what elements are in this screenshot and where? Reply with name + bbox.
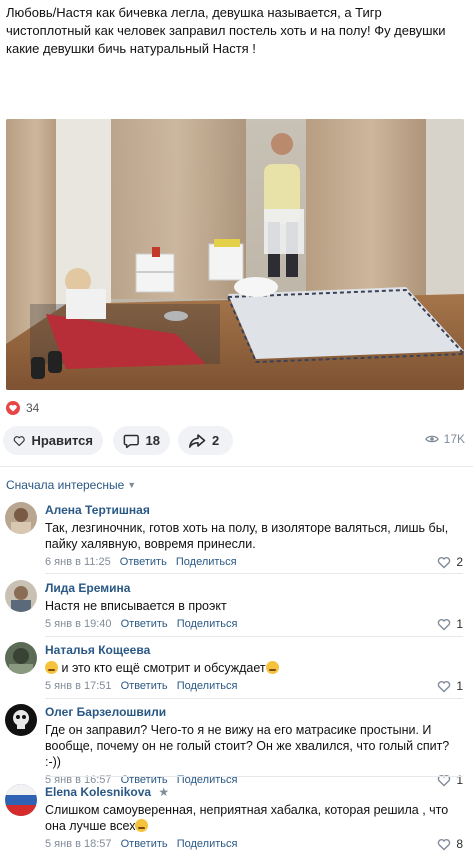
comment-meta: 5 янв в 17:51 Ответить Поделиться 1	[45, 679, 463, 694]
comments-count: 18	[145, 433, 160, 448]
verified-icon: ★	[158, 785, 170, 799]
divider	[0, 466, 473, 467]
share-link[interactable]: Поделиться	[177, 618, 238, 630]
comment-like-count: 1	[456, 617, 463, 631]
comment-text-row: и это кто ещё смотрит и обсуждает	[45, 660, 463, 676]
comment-meta: 6 янв в 11:25 Ответить Поделиться 2	[45, 555, 463, 570]
reply-link[interactable]: Ответить	[121, 838, 168, 850]
avatar[interactable]	[5, 502, 37, 534]
comment-text-row: Слишком самоуверенная, неприятная хабалк…	[45, 802, 463, 834]
comment-author-row: Elena Kolesnikova ★	[45, 784, 463, 800]
skull-avatar-image	[5, 704, 37, 736]
avatar[interactable]	[5, 704, 37, 736]
shares-count: 2	[212, 433, 220, 448]
avatar-image	[5, 502, 37, 534]
avatar-image	[5, 580, 37, 612]
comments-sort-label: Сначала интересные	[6, 478, 125, 492]
divider	[45, 573, 463, 574]
eye-icon	[424, 435, 439, 443]
comments-button[interactable]: 18	[113, 426, 170, 455]
comment-icon	[123, 434, 139, 448]
heart-outline-icon	[438, 556, 451, 569]
comment-date[interactable]: 5 янв в 18:57	[45, 838, 112, 850]
crown-emoji-icon	[135, 819, 149, 832]
comment-like-button[interactable]: 2	[437, 555, 463, 569]
post-photo[interactable]	[6, 119, 464, 390]
comment-like-button[interactable]: 1	[437, 679, 463, 693]
comment-meta: 5 янв в 19:40 Ответить Поделиться 1	[45, 617, 463, 632]
comment-text: и это кто ещё смотрит и обсуждает	[61, 661, 266, 675]
comment-text: Где он заправил? Чего-то я не вижу на ег…	[45, 723, 450, 769]
comment-date[interactable]: 5 янв в 17:51	[45, 680, 112, 692]
post-actions: Нравится 18 2 17K	[3, 426, 469, 456]
divider	[45, 698, 463, 699]
divider	[45, 776, 463, 777]
post-text: Любовь/Настя как бичевка легла, девушка …	[6, 5, 446, 56]
laughing-emoji-icon	[265, 661, 279, 674]
comment-text: Настя не вписывается в проэкт	[45, 599, 227, 613]
comment-like-count: 2	[456, 555, 463, 569]
chevron-down-icon: ▼	[127, 480, 137, 490]
comment-date[interactable]: 6 янв в 11:25	[45, 556, 111, 568]
avatar[interactable]	[5, 642, 37, 674]
comment-text: Слишком самоуверенная, неприятная хабалк…	[45, 803, 449, 833]
comment-author[interactable]: Лида Еремина	[45, 580, 463, 596]
heart-outline-icon	[438, 680, 451, 693]
comment-author[interactable]: Олег Барзелошвили	[45, 704, 463, 720]
share-link[interactable]: Поделиться	[177, 680, 238, 692]
comment-meta: 5 янв в 18:57 Ответить Поделиться 8	[45, 837, 463, 852]
like-button[interactable]: Нравится	[3, 426, 103, 455]
comment-like-count: 1	[456, 679, 463, 693]
divider	[45, 636, 463, 637]
comment-author[interactable]: Elena Kolesnikova	[45, 785, 151, 799]
views-count: 17K	[443, 432, 465, 446]
comment-text: Так, лезгиночник, готов хоть на полу, в …	[45, 521, 449, 551]
comment-like-count: 8	[456, 837, 463, 851]
heart-icon	[6, 401, 20, 415]
reply-link[interactable]: Ответить	[121, 618, 168, 630]
comments-sort-dropdown[interactable]: Сначала интересные ▼	[6, 478, 136, 492]
laughing-emoji-icon	[45, 661, 58, 674]
photo-scene	[6, 119, 464, 390]
views-counter: 17K	[424, 432, 465, 446]
reply-link[interactable]: Ответить	[121, 680, 168, 692]
share-icon	[189, 433, 206, 448]
avatar-image	[5, 642, 37, 674]
comment-author[interactable]: Алена Тертишная	[45, 502, 463, 518]
comment-like-button[interactable]: 8	[437, 837, 463, 851]
reply-link[interactable]: Ответить	[120, 556, 167, 568]
flag-avatar-image	[5, 784, 37, 816]
heart-outline-icon	[438, 618, 451, 631]
share-link[interactable]: Поделиться	[177, 838, 238, 850]
avatar[interactable]	[5, 784, 37, 816]
reactions-count: 34	[26, 401, 40, 415]
avatar[interactable]	[5, 580, 37, 612]
share-button[interactable]: 2	[178, 426, 233, 455]
heart-outline-icon	[438, 838, 451, 851]
comment-date[interactable]: 5 янв в 19:40	[45, 618, 112, 630]
heart-outline-icon	[13, 435, 25, 446]
comment-like-button[interactable]: 1	[437, 617, 463, 631]
share-link[interactable]: Поделиться	[176, 556, 237, 568]
comment-author[interactable]: Наталья Кощеева	[45, 642, 463, 658]
reactions-row[interactable]: 34	[6, 400, 39, 416]
like-label: Нравится	[31, 433, 93, 448]
